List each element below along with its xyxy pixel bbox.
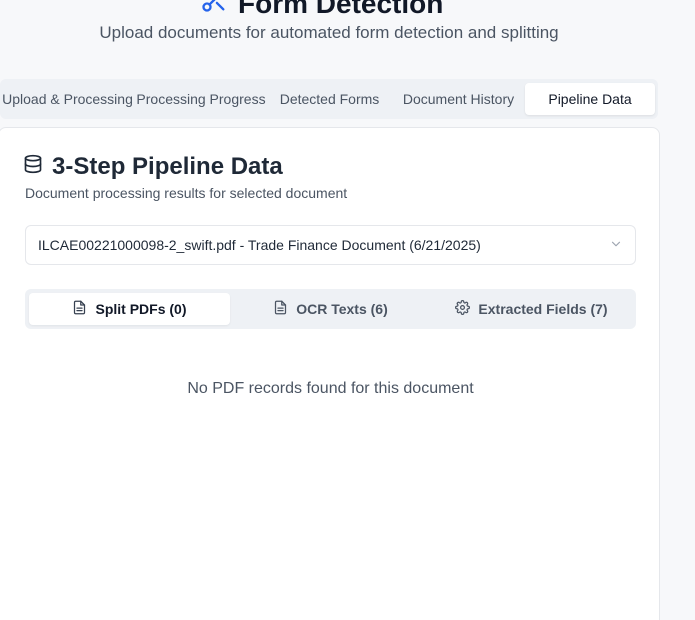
card-description: Document processing results for selected… — [25, 185, 348, 201]
tab-document-history[interactable]: Document History — [392, 83, 525, 115]
card-title: 3-Step Pipeline Data — [23, 153, 283, 181]
tab-split-pdfs[interactable]: Split PDFs (0) — [29, 293, 230, 325]
gear-icon — [455, 300, 471, 318]
empty-state-message: No PDF records found for this document — [187, 380, 474, 397]
tab-extracted-fields[interactable]: Extracted Fields (7) — [431, 293, 632, 325]
tab-ocr-texts-label: OCR Texts (6) — [296, 301, 388, 317]
tab-detected-forms[interactable]: Detected Forms — [267, 83, 392, 115]
tab-extracted-fields-label: Extracted Fields (7) — [478, 301, 608, 317]
page-title-text: Form Detection — [238, 0, 444, 19]
pipeline-data-card: 3-Step Pipeline Data Document processing… — [0, 127, 660, 620]
page-subtitle: Upload documents for automated form dete… — [99, 23, 559, 42]
file-text-icon — [273, 300, 288, 318]
tab-processing-progress[interactable]: Processing Progress — [135, 83, 267, 115]
database-icon — [23, 153, 43, 181]
chevron-down-icon — [609, 237, 623, 254]
tab-ocr-texts[interactable]: OCR Texts (6) — [230, 293, 431, 325]
file-text-icon — [72, 300, 87, 318]
page-title: Form Detection — [200, 0, 443, 21]
card-title-text: 3-Step Pipeline Data — [52, 153, 283, 180]
scissors-icon — [200, 0, 228, 21]
pipeline-subtabs: Split PDFs (0) OCR Texts (6) Extracted F… — [25, 289, 636, 329]
tab-upload-processing[interactable]: Upload & Processing — [0, 83, 135, 115]
tab-pipeline-data[interactable]: Pipeline Data — [525, 83, 655, 115]
document-select[interactable]: ILCAE00221000098-2_swift.pdf - Trade Fin… — [25, 225, 636, 265]
tab-split-pdfs-label: Split PDFs (0) — [95, 301, 187, 317]
main-tabs: Upload & Processing Processing Progress … — [0, 79, 658, 119]
document-select-value: ILCAE00221000098-2_swift.pdf - Trade Fin… — [38, 237, 481, 253]
